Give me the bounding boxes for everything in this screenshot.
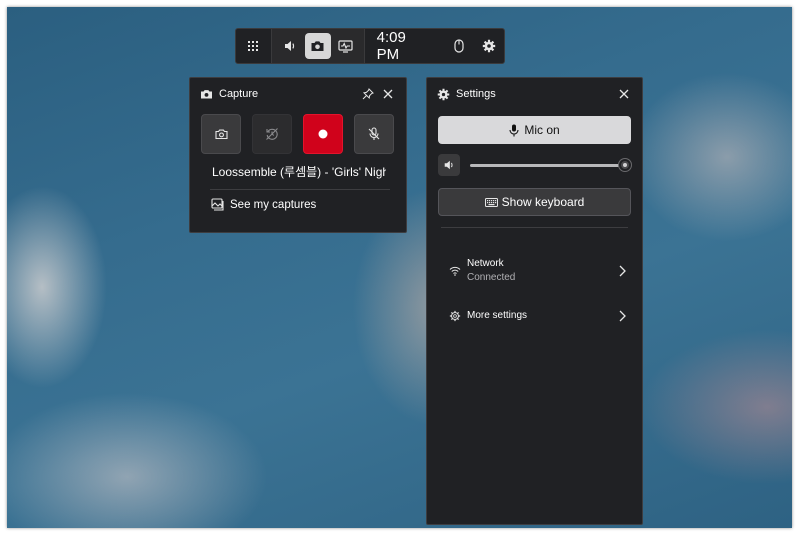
- keyboard-icon: [484, 197, 498, 207]
- start-recording-button[interactable]: [303, 114, 343, 154]
- mic-icon: [509, 124, 519, 136]
- divider: [441, 227, 628, 228]
- performance-widget-button[interactable]: [333, 33, 359, 59]
- widgets-icon: [248, 41, 259, 51]
- clock: 4:09 PM: [376, 29, 406, 63]
- more-settings-label: More settings: [467, 310, 528, 321]
- screenshot-button[interactable]: [201, 114, 241, 154]
- gear-outline-icon: [449, 310, 461, 321]
- volume-slider[interactable]: [470, 159, 631, 171]
- mouse-button[interactable]: [446, 33, 472, 59]
- volume-icon: [444, 160, 453, 170]
- network-row[interactable]: Network Connected: [427, 248, 642, 293]
- capture-header: Capture: [190, 78, 406, 110]
- wifi-icon: [449, 266, 461, 276]
- settings-button[interactable]: [476, 33, 502, 59]
- audio-widget-button[interactable]: [277, 33, 303, 59]
- mic-toggle-button[interactable]: Mic on: [438, 116, 631, 144]
- more-settings-row[interactable]: More settings: [427, 293, 642, 338]
- performance-icon: [338, 40, 353, 53]
- settings-header: Settings: [427, 78, 642, 110]
- volume-icon: [284, 41, 294, 51]
- network-label: Network: [467, 258, 504, 269]
- gallery-icon: [211, 198, 224, 211]
- mic-toggle-button[interactable]: [354, 114, 394, 154]
- record-last-button[interactable]: [252, 114, 292, 154]
- settings-title: Settings: [456, 88, 496, 100]
- settings-widget: Settings Mic on Show keyboard Network Co…: [426, 77, 643, 525]
- chevron-right-icon: [619, 265, 626, 276]
- volume-slider-track: [470, 164, 625, 167]
- chevron-right-icon: [619, 310, 626, 321]
- record-icon: [318, 129, 328, 139]
- mute-button[interactable]: [438, 154, 460, 176]
- show-keyboard-button[interactable]: Show keyboard: [438, 188, 631, 216]
- game-bar: 4:09 PM: [235, 28, 505, 64]
- mic-label: Mic on: [524, 123, 560, 137]
- show-keyboard-label: Show keyboard: [501, 195, 585, 209]
- camera-icon: [311, 41, 324, 51]
- volume-slider-thumb[interactable]: [619, 159, 631, 171]
- network-status: Connected: [467, 272, 516, 283]
- mic-off-icon: [368, 127, 380, 140]
- gear-icon: [437, 88, 450, 100]
- see-captures-link[interactable]: See my captures: [190, 190, 406, 211]
- camera-icon: [201, 90, 212, 99]
- capture-target-title: Loossemble (루셈블) - 'Girls' Nigh...: [212, 165, 386, 179]
- desktop-background: 4:09 PM Capture Loossemble (루셈블) - 'Girl…: [7, 7, 792, 528]
- close-button[interactable]: [616, 86, 632, 102]
- capture-widget: Capture Loossemble (루셈블) - 'Girls' Nigh.…: [189, 77, 407, 233]
- close-icon: [619, 89, 629, 99]
- capture-title: Capture: [219, 88, 259, 100]
- mouse-icon: [454, 39, 464, 53]
- gear-icon: [482, 39, 496, 53]
- volume-row: [427, 144, 642, 176]
- capture-widget-button[interactable]: [304, 33, 331, 59]
- pin-button[interactable]: [360, 86, 376, 102]
- close-icon: [383, 89, 393, 99]
- record-last-icon: [266, 128, 278, 140]
- widget-toggle-group: [271, 29, 365, 63]
- widgets-button[interactable]: [236, 29, 272, 63]
- camera-icon: [214, 129, 228, 140]
- pin-icon: [362, 88, 374, 100]
- see-captures-label: See my captures: [230, 198, 317, 211]
- close-button[interactable]: [380, 86, 396, 102]
